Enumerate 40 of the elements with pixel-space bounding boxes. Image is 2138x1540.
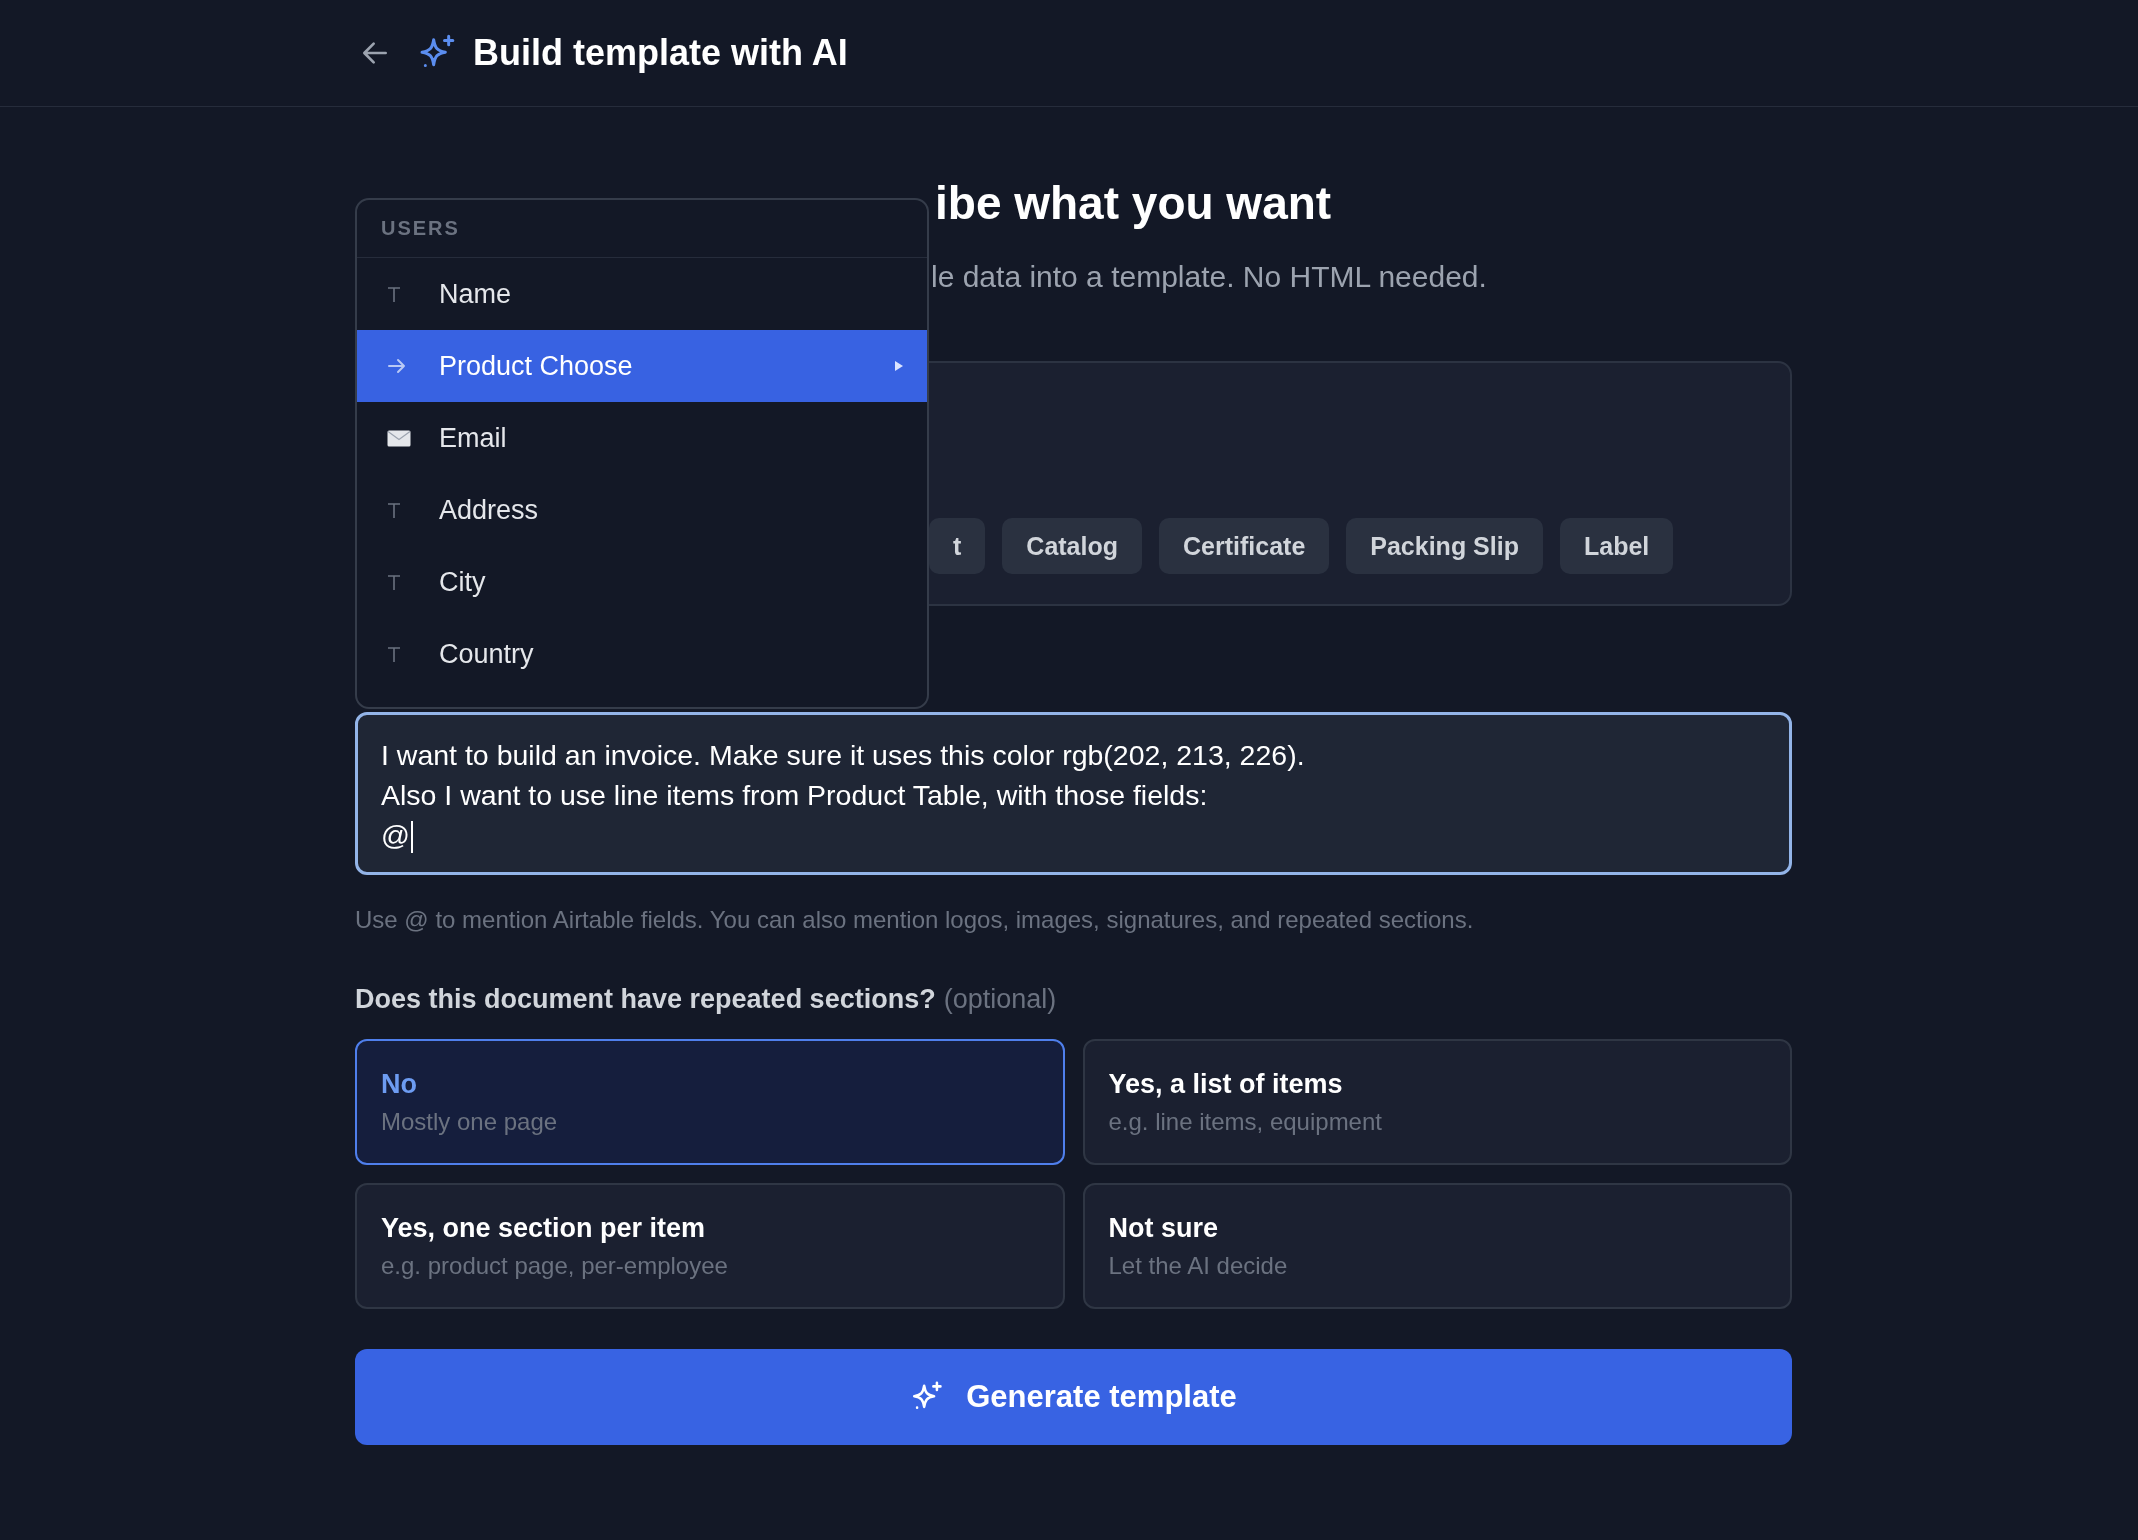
generate-button[interactable]: Generate template (355, 1349, 1792, 1445)
option-title: Yes, one section per item (381, 1212, 706, 1244)
heading: ibe what you want (935, 176, 1333, 231)
template-type-chip[interactable]: Certificate (1159, 518, 1330, 574)
template-type-chip[interactable]: Label (1559, 518, 1674, 574)
option-card[interactable]: Not sure Let the AI decide (1082, 1183, 1792, 1309)
menu-item[interactable]: Country (357, 618, 927, 690)
menu-item[interactable]: Product Choose (357, 330, 927, 402)
option-subtitle: e.g. product page, per-employee (381, 1251, 728, 1280)
subtitle: le data into a template. No HTML needed. (931, 259, 1488, 295)
option-title: No (381, 1068, 417, 1100)
page-title: Build template with AI (473, 32, 848, 74)
envelope-icon (387, 429, 411, 447)
prompt-field[interactable]: I want to build an invoice. Make sure it uses this color rgb(202, 213, 226). Also I want to use line items from Product Table, with those fields: @ (355, 712, 1792, 875)
text-cursor (410, 821, 413, 854)
menu-item[interactable]: Address (357, 474, 927, 546)
text-field-icon (387, 573, 401, 591)
text-field-icon (387, 285, 401, 303)
menu-group-label: USERS (357, 200, 927, 258)
menu-item[interactable]: City (357, 546, 927, 618)
option-card[interactable]: No Mostly one page (355, 1039, 1065, 1165)
option-title: Yes, a list of items (1108, 1068, 1343, 1100)
template-type-chip[interactable]: Catalog (1002, 518, 1142, 574)
option-subtitle: Mostly one page (381, 1107, 558, 1136)
option-subtitle: Let the AI decide (1108, 1251, 1288, 1280)
option-card[interactable]: Yes, a list of items e.g. line items, equipment (1082, 1039, 1792, 1165)
optional-note: (optional) (943, 984, 1057, 1014)
text-field-icon (387, 501, 401, 519)
option-title: Not sure (1108, 1212, 1219, 1244)
template-type-chip[interactable]: t (929, 518, 986, 574)
template-type-chip[interactable]: Packing Slip (1346, 518, 1543, 574)
hint-text: Use @ to mention Airtable fields. You can also mention logos, images, signatures, and repeated sections. (355, 905, 1475, 935)
text-field-icon (387, 645, 401, 663)
menu-item[interactable]: Email (357, 402, 927, 474)
option-subtitle: e.g. line items, equipment (1108, 1107, 1382, 1136)
menu-item[interactable]: Name (357, 258, 927, 330)
arrow-right-icon (387, 358, 407, 374)
option-card[interactable]: Yes, one section per item e.g. product page, per-employee (355, 1183, 1065, 1309)
submenu-caret-icon (895, 361, 903, 371)
question-label: Does this document have repeated sections? (355, 984, 936, 1014)
